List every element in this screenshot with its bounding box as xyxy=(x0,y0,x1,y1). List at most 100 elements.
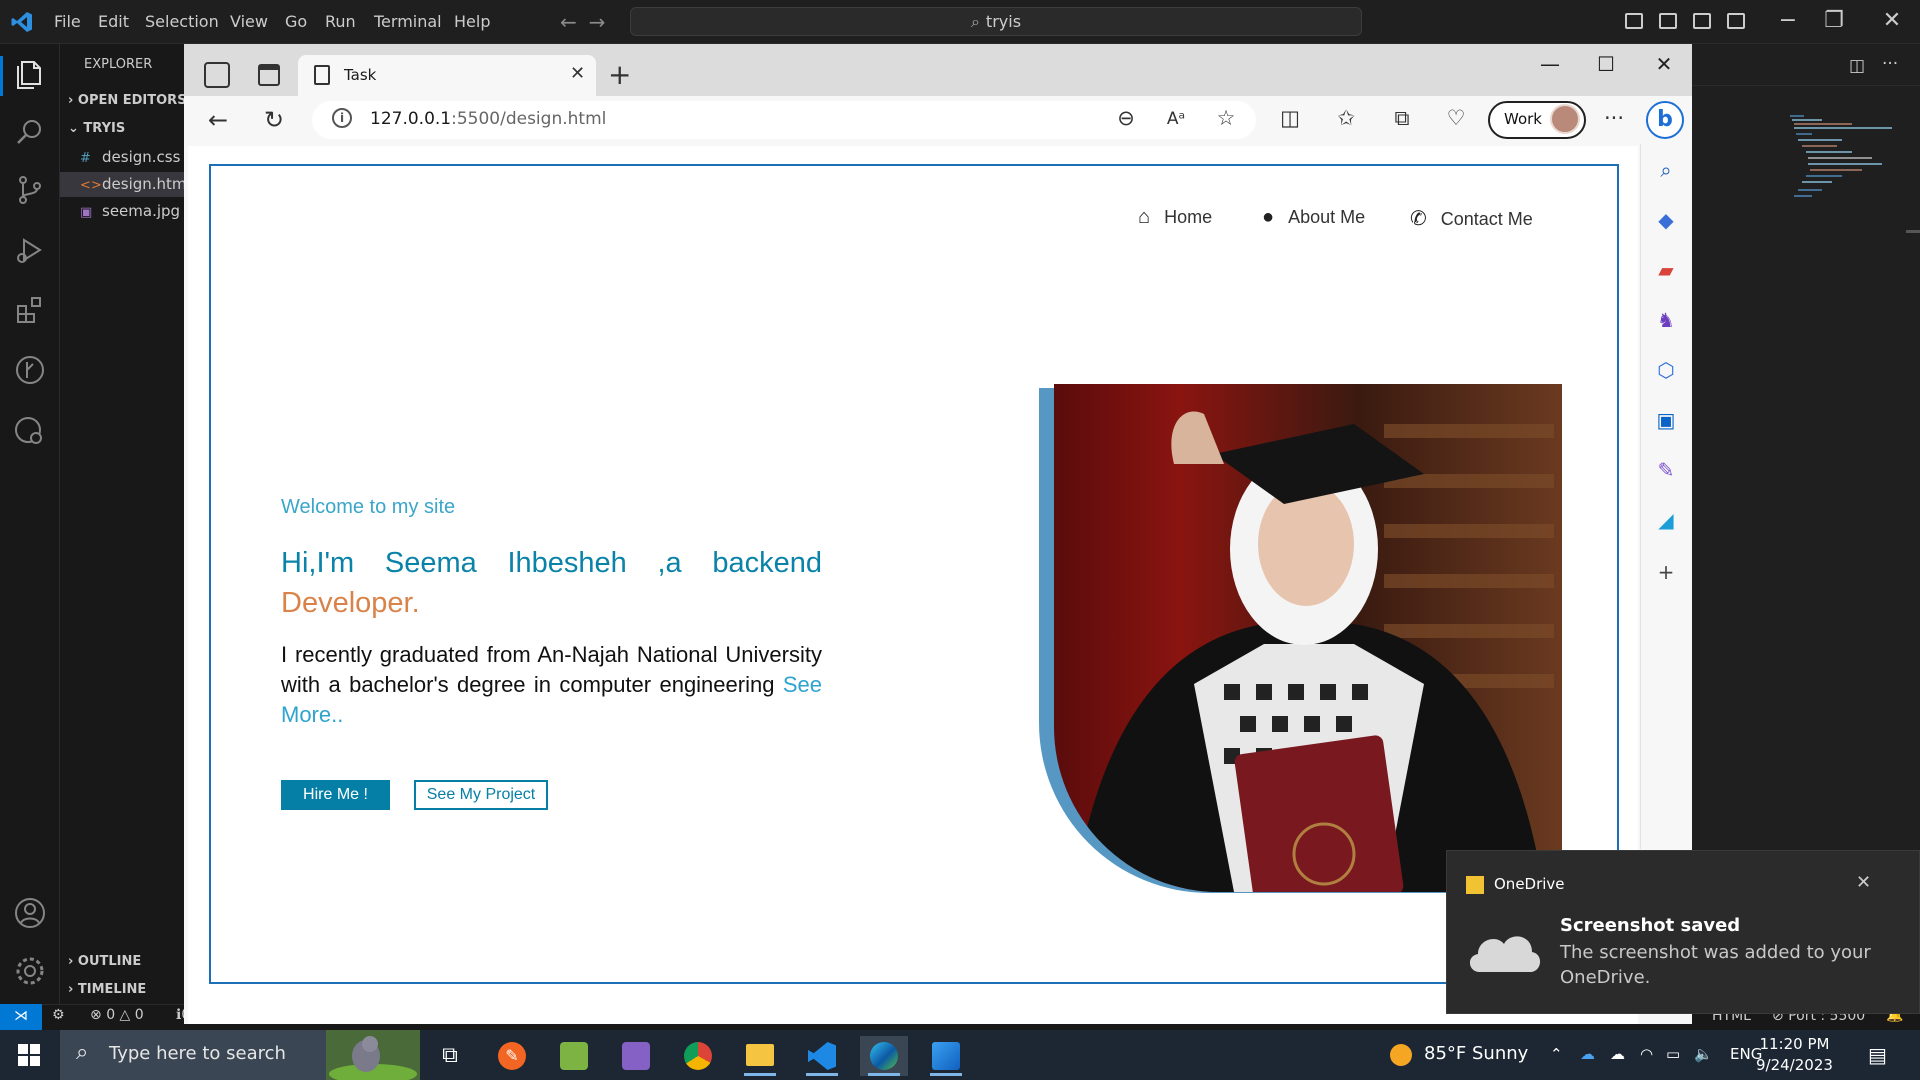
settings-gear-icon[interactable] xyxy=(12,953,48,989)
nav-home[interactable]: ⌂ Home xyxy=(1138,206,1212,229)
search-icon[interactable] xyxy=(12,114,48,150)
file-design-css[interactable]: # design.css xyxy=(80,148,180,166)
refresh-icon[interactable]: ↻ xyxy=(260,106,288,134)
cloud-tray-icon[interactable]: ☁ xyxy=(1610,1045,1625,1063)
nav-contact[interactable]: ✆ Contact Me xyxy=(1410,206,1533,231)
taskbar-app-snipping[interactable] xyxy=(550,1036,598,1076)
toggle-panel-icon[interactable] xyxy=(1659,13,1677,29)
folder-section[interactable]: ⌄ TRYIS xyxy=(68,121,125,136)
site-info-icon[interactable]: i xyxy=(332,108,352,128)
open-editors-section[interactable]: › OPEN EDITORS xyxy=(68,93,187,108)
volume-icon[interactable]: 🔈 xyxy=(1694,1045,1713,1063)
menu-edit[interactable]: Edit xyxy=(98,12,129,31)
new-tab-icon[interactable]: + xyxy=(608,58,631,91)
restore-icon[interactable]: ❐ xyxy=(1814,8,1854,33)
task-view-icon[interactable]: ⧉ xyxy=(426,1036,474,1076)
taskbar-file-explorer-icon[interactable] xyxy=(736,1036,784,1076)
split-editor-icon[interactable]: ◫ xyxy=(1849,56,1865,76)
tab-task[interactable] xyxy=(298,55,596,96)
sidebar-games-icon[interactable]: ♞ xyxy=(1652,308,1680,332)
close-icon[interactable]: ✕ xyxy=(1872,8,1912,33)
run-debug-icon[interactable] xyxy=(12,232,48,268)
browser-maximize-icon[interactable]: ☐ xyxy=(1586,52,1626,76)
menu-go[interactable]: Go xyxy=(285,12,307,31)
browser-close-icon[interactable]: ✕ xyxy=(1644,52,1684,76)
show-hidden-icons-chevron-icon[interactable]: ⌃ xyxy=(1550,1045,1563,1063)
problems-indicator[interactable]: ⊗ 0 △ 0 xyxy=(90,1007,144,1023)
file-seema-jpg[interactable]: ▣ seema.jpg xyxy=(80,202,180,220)
tab-close-icon[interactable]: ✕ xyxy=(570,63,585,84)
css-file-icon: # xyxy=(80,151,91,166)
cloud-icon xyxy=(1469,936,1541,972)
menu-selection[interactable]: Selection xyxy=(145,12,219,31)
menu-terminal[interactable]: Terminal xyxy=(374,12,442,31)
taskbar-clock[interactable]: 11:20 PM 9/24/2023 xyxy=(1756,1034,1833,1076)
minimize-icon[interactable]: − xyxy=(1768,8,1808,33)
git-graph-icon[interactable] xyxy=(12,352,48,388)
taskbar-photos-icon[interactable] xyxy=(922,1036,970,1076)
browser-minimize-icon[interactable]: — xyxy=(1530,52,1570,76)
settings-more-icon[interactable]: ··· xyxy=(1600,106,1628,130)
read-aloud-icon[interactable]: Aᵃ xyxy=(1162,109,1190,129)
scrollbar-thumb[interactable] xyxy=(1906,230,1920,233)
nav-about[interactable]: ● About Me xyxy=(1262,206,1365,229)
welcome-text: Welcome to my site xyxy=(281,496,456,518)
notification-center-icon[interactable]: ▤ xyxy=(1868,1043,1887,1067)
windows-start-icon[interactable] xyxy=(18,1044,40,1066)
copilot-bing-icon[interactable]: b xyxy=(1646,101,1684,139)
address-url[interactable]: 127.0.0.1:5500/design.html xyxy=(370,109,606,129)
minimap[interactable] xyxy=(1782,110,1902,220)
timeline-section[interactable]: › TIMELINE xyxy=(68,982,146,997)
taskbar-chrome-icon[interactable] xyxy=(674,1036,722,1076)
extensions-icon[interactable] xyxy=(12,292,48,328)
toast-close-icon[interactable]: ✕ xyxy=(1856,872,1871,893)
favorites-icon[interactable]: ✩ xyxy=(1332,106,1360,130)
collections-icon[interactable]: ⧉ xyxy=(1388,106,1416,131)
menu-view[interactable]: View xyxy=(230,12,268,31)
source-control-icon[interactable] xyxy=(12,172,48,208)
taskbar-app-orange[interactable]: ✎ xyxy=(488,1036,536,1076)
hire-me-button[interactable]: Hire Me ! xyxy=(281,780,390,810)
zoom-out-icon[interactable]: ⊖ xyxy=(1112,106,1140,130)
sidebar-add-icon[interactable]: + xyxy=(1652,560,1680,584)
toggle-secondary-sidebar-icon[interactable] xyxy=(1693,13,1711,29)
favorite-star-icon[interactable]: ☆ xyxy=(1212,106,1240,130)
remote-explorer-icon[interactable] xyxy=(12,412,48,448)
explorer-icon[interactable] xyxy=(12,56,48,92)
workspaces-icon[interactable] xyxy=(204,62,230,88)
more-actions-icon[interactable]: ··· xyxy=(1882,54,1898,74)
weather-text[interactable]: 85°F Sunny xyxy=(1424,1043,1528,1064)
explorer-title: EXPLORER xyxy=(84,57,153,72)
sidebar-microsoft365-icon[interactable]: ⬡ xyxy=(1652,358,1680,382)
extension-icon[interactable]: ⚙ xyxy=(52,1007,65,1023)
sidebar-outlook-icon[interactable]: ▣ xyxy=(1652,408,1680,432)
taskbar-visual-studio-icon[interactable] xyxy=(612,1036,660,1076)
sidebar-search-icon[interactable]: ⌕ xyxy=(1652,158,1680,182)
taskbar-vscode-icon[interactable] xyxy=(798,1036,846,1076)
menu-run[interactable]: Run xyxy=(325,12,356,31)
menu-file[interactable]: File xyxy=(54,12,81,31)
outline-label: OUTLINE xyxy=(77,954,142,969)
tab-actions-icon[interactable] xyxy=(258,64,280,86)
remote-indicator-button[interactable]: ⋊ xyxy=(0,1004,42,1030)
see-my-project-button[interactable]: See My Project xyxy=(414,780,548,810)
command-center[interactable]: ⌕ tryis xyxy=(630,7,1362,36)
back-icon[interactable]: ← xyxy=(204,106,232,134)
sidebar-designer-icon[interactable]: ✎ xyxy=(1652,458,1680,482)
customize-layout-icon[interactable] xyxy=(1727,13,1745,29)
toggle-sidebar-icon[interactable] xyxy=(1625,13,1643,29)
sidebar-drop-icon[interactable]: ◢ xyxy=(1652,508,1680,532)
split-screen-icon[interactable]: ◫ xyxy=(1276,106,1304,130)
file-design-html[interactable]: <>design.htm xyxy=(80,175,187,193)
battery-icon[interactable]: ▭ xyxy=(1666,1045,1680,1063)
browser-essentials-icon[interactable]: ♡ xyxy=(1442,106,1470,130)
accounts-icon[interactable] xyxy=(12,895,48,931)
sidebar-shopping-icon[interactable]: ◆ xyxy=(1652,208,1680,232)
onedrive-tray-icon[interactable]: ☁ xyxy=(1580,1045,1595,1063)
wifi-icon[interactable]: ◠ xyxy=(1640,1045,1653,1063)
nav-arrows[interactable]: ←→ xyxy=(560,10,618,34)
outline-section[interactable]: › OUTLINE xyxy=(68,954,141,969)
taskbar-edge-icon[interactable] xyxy=(860,1036,908,1076)
menu-help[interactable]: Help xyxy=(454,12,490,31)
sidebar-tools-icon[interactable]: ▰ xyxy=(1652,258,1680,282)
